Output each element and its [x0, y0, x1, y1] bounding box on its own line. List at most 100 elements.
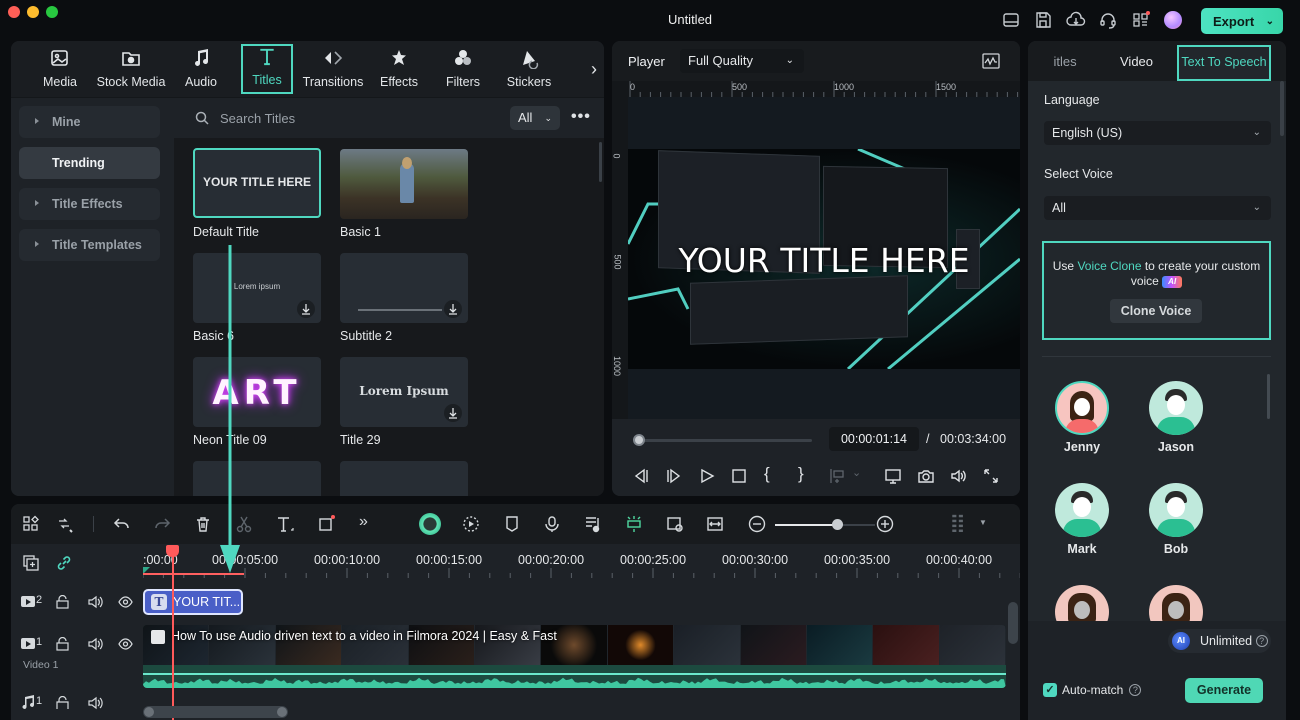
- marker-icon[interactable]: [503, 515, 521, 533]
- ai-copilot-icon[interactable]: [419, 513, 441, 535]
- auto-reframe-icon[interactable]: [462, 515, 480, 533]
- automatch-option[interactable]: ✓ Auto-match ?: [1043, 683, 1142, 697]
- play-icon[interactable]: [698, 467, 716, 485]
- tab-audio[interactable]: Audio: [181, 44, 221, 94]
- timeline-vertical-scrollbar[interactable]: [1008, 602, 1018, 644]
- mute-icon[interactable]: [88, 637, 104, 651]
- filter-select[interactable]: All ⌄: [510, 106, 560, 130]
- automatch-checkbox[interactable]: ✓: [1043, 683, 1057, 697]
- text-tool-icon[interactable]: [276, 515, 294, 533]
- silence-detect-icon[interactable]: [625, 515, 643, 533]
- timeline-horizontal-scrollbar[interactable]: [143, 706, 288, 718]
- voice-select[interactable]: All ⌄: [1044, 196, 1271, 220]
- download-icon[interactable]: [444, 300, 462, 318]
- help-icon[interactable]: ?: [1255, 635, 1268, 647]
- category-title-effects[interactable]: Title Effects: [19, 188, 160, 220]
- title-thumb-neon-09[interactable]: ART: [193, 357, 321, 427]
- help-icon[interactable]: ?: [1129, 684, 1142, 696]
- link-mode-icon[interactable]: [55, 515, 73, 533]
- title-thumb-title-29[interactable]: Lorem Ipsum: [340, 357, 468, 427]
- mark-out-icon[interactable]: }: [798, 464, 816, 483]
- title-thumb-basic-1[interactable]: [340, 149, 468, 219]
- zoom-out-icon[interactable]: [748, 515, 766, 533]
- tab-media[interactable]: Media: [33, 44, 87, 94]
- title-thumb-basic-6[interactable]: Lorem ipsum: [193, 253, 321, 323]
- clone-voice-button[interactable]: Clone Voice: [1110, 299, 1202, 323]
- layout-icon[interactable]: [1001, 10, 1021, 30]
- eye-icon[interactable]: [118, 596, 133, 608]
- tab-titles[interactable]: Titles: [241, 44, 293, 94]
- download-icon[interactable]: [297, 300, 315, 318]
- category-title-templates[interactable]: Title Templates: [19, 229, 160, 261]
- tab-video-prop[interactable]: Video: [1120, 54, 1153, 69]
- voice-clone-link[interactable]: Voice Clone: [1077, 259, 1141, 273]
- content-scrollbar[interactable]: [599, 142, 602, 182]
- scroll-handle-left[interactable]: [144, 707, 154, 717]
- scope-icon[interactable]: [982, 53, 1000, 69]
- toolbar-next-button[interactable]: ›: [591, 59, 597, 80]
- title-clip[interactable]: T YOUR TIT...: [143, 589, 243, 615]
- search-input[interactable]: [220, 109, 470, 127]
- undo-icon[interactable]: [113, 515, 131, 533]
- stop-icon[interactable]: [730, 467, 748, 485]
- mark-in-icon[interactable]: {: [764, 464, 782, 483]
- scroll-handle-right[interactable]: [277, 707, 287, 717]
- volume-icon[interactable]: [949, 467, 967, 485]
- category-mine[interactable]: Mine: [19, 106, 160, 138]
- zoom-slider[interactable]: [775, 519, 875, 530]
- voice-jenny[interactable]: Jenny: [1052, 381, 1112, 454]
- video-clip[interactable]: How To use Audio driven text to a video …: [143, 625, 1006, 688]
- tab-transitions[interactable]: Transitions: [303, 44, 363, 94]
- support-icon[interactable]: [1098, 10, 1118, 30]
- voice-bob[interactable]: Bob: [1146, 483, 1206, 556]
- delete-icon[interactable]: [194, 515, 212, 533]
- progress-slider[interactable]: [634, 439, 812, 442]
- mute-icon[interactable]: [88, 696, 104, 710]
- crop-icon[interactable]: [318, 515, 336, 533]
- timeline-ruler[interactable]: :00:00 00:00:05:00 00:00:10:00 00:00:15:…: [143, 544, 1020, 580]
- lock-icon[interactable]: [56, 595, 69, 609]
- language-select[interactable]: English (US) ⌄: [1044, 121, 1271, 145]
- link-icon[interactable]: [55, 554, 73, 572]
- avatar-icon[interactable]: [1164, 11, 1182, 29]
- previous-frame-icon[interactable]: [632, 467, 650, 485]
- fullscreen-icon[interactable]: [982, 467, 1000, 485]
- voice-list-scrollbar[interactable]: [1267, 374, 1270, 419]
- panel-scrollbar[interactable]: [1280, 81, 1284, 136]
- tab-stickers[interactable]: Stickers: [505, 44, 553, 94]
- voice-mark[interactable]: Mark: [1052, 483, 1112, 556]
- tab-filters[interactable]: Filters: [443, 44, 483, 94]
- playhead[interactable]: [172, 547, 174, 720]
- progress-knob[interactable]: [632, 434, 645, 446]
- title-thumb-default[interactable]: YOUR TITLE HERE: [193, 148, 321, 218]
- audio-list-icon[interactable]: [584, 515, 602, 533]
- title-thumb-partial[interactable]: [340, 461, 468, 496]
- export-button[interactable]: Export ⌄: [1201, 8, 1283, 34]
- preview-render-icon[interactable]: [666, 515, 684, 533]
- preview-title-text[interactable]: YOUR TITLE HERE: [628, 241, 1020, 280]
- lock-icon[interactable]: [56, 637, 69, 651]
- tab-text-to-speech[interactable]: Text To Speech: [1177, 45, 1271, 81]
- category-trending[interactable]: Trending: [19, 147, 160, 179]
- chevron-down-icon[interactable]: ▼: [979, 518, 987, 527]
- preview-canvas[interactable]: YOUR TITLE HERE: [628, 97, 1020, 419]
- quality-select[interactable]: Full Quality ⌄: [680, 49, 804, 73]
- eye-icon[interactable]: [118, 638, 133, 650]
- title-thumb-subtitle-2[interactable]: [340, 253, 468, 323]
- save-icon[interactable]: [1033, 10, 1053, 30]
- zoom-in-icon[interactable]: [876, 515, 894, 533]
- more-tools-icon[interactable]: »: [359, 513, 377, 531]
- track-layout-icon[interactable]: [949, 514, 967, 532]
- tab-titles-prop[interactable]: Titles: [1054, 54, 1077, 69]
- unlock-icon[interactable]: [56, 696, 69, 710]
- display-icon[interactable]: [884, 467, 902, 485]
- zoom-knob[interactable]: [832, 519, 843, 530]
- more-options-button[interactable]: •••: [571, 108, 591, 126]
- cloud-icon[interactable]: [1066, 10, 1086, 30]
- snapshot-icon[interactable]: [917, 467, 935, 485]
- voice-jason[interactable]: Jason: [1146, 381, 1206, 454]
- add-track-icon[interactable]: [22, 554, 40, 572]
- redo-icon[interactable]: [153, 515, 171, 533]
- generate-button[interactable]: Generate: [1185, 678, 1263, 703]
- fit-timeline-icon[interactable]: [706, 515, 724, 533]
